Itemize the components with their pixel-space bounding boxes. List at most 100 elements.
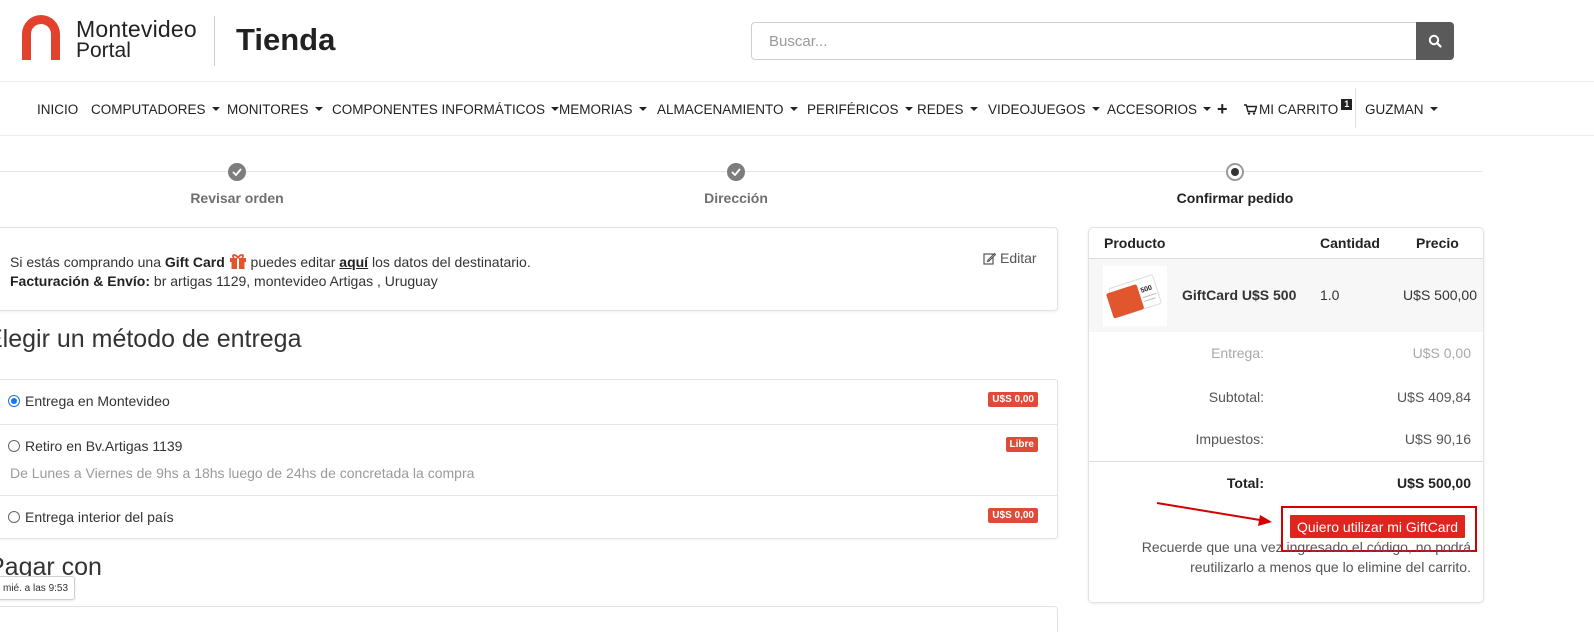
giftcard-image-icon: 500: [1106, 274, 1162, 319]
nav-item-memorias[interactable]: MEMORIAS: [559, 99, 647, 119]
cart-icon: [1244, 103, 1257, 115]
edit-address-button[interactable]: Editar: [983, 250, 1037, 266]
nav-label: ALMACENAMIENTO: [657, 101, 784, 117]
cart-product-row: 500 GiftCard U$S 500 1.0 U$S 500,00: [1089, 259, 1483, 332]
giftcard-note: Recuerde que una vez ingresado el código…: [1141, 539, 1471, 575]
radio-button-selected[interactable]: [8, 395, 20, 407]
nav-label: VIDEOJUEGOS: [988, 101, 1086, 117]
search-icon: [1428, 34, 1442, 48]
radio-button[interactable]: [8, 511, 20, 523]
nav-label: INICIO: [37, 101, 79, 117]
site-header: Montevideo Portal Tienda: [0, 0, 1594, 82]
delivery-option-montevideo[interactable]: Entrega en Montevideo U$S 0,00: [0, 380, 1057, 425]
delivery-section-title: Elegir un método de entrega: [0, 325, 302, 353]
delivery-option-pickup[interactable]: Retiro en Bv.Artigas 1139 Libre De Lunes…: [0, 425, 1057, 496]
radio-button[interactable]: [8, 440, 20, 452]
giftcard-info-text: Si estás comprando una Gift Card puedes …: [10, 253, 531, 270]
caret-down-icon: [904, 107, 913, 111]
timestamp-tooltip: mié. a las 9:53: [0, 576, 76, 600]
plus-icon: +: [1217, 98, 1228, 119]
caret-down-icon: [211, 107, 220, 111]
logo-divider: [214, 16, 215, 66]
brand-logo-text[interactable]: Montevideo Portal: [76, 18, 197, 62]
caret-down-icon: [1429, 107, 1438, 111]
option-label: Retiro en Bv.Artigas 1139: [25, 438, 183, 454]
caret-down-icon: [789, 107, 798, 111]
price-badge: Libre: [1005, 437, 1038, 452]
brand-logo-icon[interactable]: [16, 12, 66, 62]
step-done-check-icon: [228, 163, 246, 181]
cart-label: MI CARRITO: [1259, 101, 1339, 117]
brand-name-line2: Portal: [76, 39, 131, 62]
info-text: puedes editar: [250, 254, 336, 270]
nav-item-almacenamiento[interactable]: ALMACENAMIENTO: [657, 99, 798, 119]
nav-label: PERIFÉRICOS: [807, 101, 899, 117]
nav-label: COMPUTADORES: [91, 101, 206, 117]
cart-count-badge: 1: [1341, 98, 1353, 110]
info-text: Si estás comprando una: [10, 254, 161, 270]
step-review-order[interactable]: Revisar orden: [190, 190, 283, 206]
search-input[interactable]: [751, 22, 1417, 60]
nav-item-videojuegos[interactable]: VIDEOJUEGOS: [988, 99, 1100, 119]
option-label: Entrega en Montevideo: [25, 393, 170, 409]
edit-recipient-link[interactable]: aquí: [339, 254, 368, 270]
use-giftcard-button[interactable]: Quiero utilizar mi GiftCard: [1290, 515, 1466, 538]
nav-user-menu[interactable]: GUZMAN: [1365, 99, 1438, 119]
total-value: U$S 500,00: [1397, 475, 1471, 491]
nav-item-componentes[interactable]: COMPONENTES INFORMÁTICOS: [332, 99, 560, 119]
total-label: Total:: [1226, 475, 1264, 491]
product-name[interactable]: GiftCard U$S 500: [1182, 287, 1296, 303]
nav-label: REDES: [917, 101, 964, 117]
option-label-row[interactable]: Entrega interior del país: [8, 509, 174, 525]
order-summary-card: Producto Cantidad Precio 500 GiftCard U$…: [1088, 227, 1484, 603]
product-price: U$S 500,00: [1403, 287, 1477, 303]
annotation-arrow-icon: [1156, 502, 1272, 526]
step-current-icon: [1226, 163, 1244, 181]
step-confirm-order: Confirmar pedido: [1176, 190, 1294, 206]
tax-value: U$S 90,16: [1404, 431, 1471, 447]
tax-label: Impuestos:: [1195, 431, 1264, 447]
column-product: Producto: [1104, 235, 1166, 251]
delivery-options: Entrega en Montevideo U$S 0,00 Retiro en…: [0, 379, 1058, 539]
check-icon: [232, 168, 242, 176]
payment-options-card: [0, 606, 1058, 632]
step-address[interactable]: Dirección: [704, 190, 768, 206]
nav-item-computadores[interactable]: COMPUTADORES: [91, 99, 220, 119]
store-title: Tienda: [236, 22, 336, 57]
nav-label: COMPONENTES INFORMÁTICOS: [332, 101, 546, 117]
nav-more-button[interactable]: +: [1217, 99, 1228, 119]
edit-icon: [983, 252, 996, 265]
recipient-info-card: Si estás comprando una Gift Card puedes …: [0, 227, 1058, 311]
product-thumbnail[interactable]: 500: [1103, 266, 1167, 326]
nav-item-inicio[interactable]: INICIO: [37, 99, 78, 119]
caret-down-icon: [638, 107, 647, 111]
delivery-cost-label: Entrega:: [1211, 345, 1264, 361]
option-label-row[interactable]: Entrega en Montevideo: [8, 393, 170, 409]
option-label-row[interactable]: Retiro en Bv.Artigas 1139: [8, 438, 182, 454]
nav-divider: [1355, 88, 1356, 128]
search-button[interactable]: [1416, 22, 1454, 60]
gift-icon: [229, 254, 246, 269]
brand-name-line1: Montevideo: [76, 16, 197, 42]
product-quantity: 1.0: [1320, 287, 1340, 303]
subtotal-label: Subtotal:: [1208, 389, 1264, 405]
price-badge: U$S 0,00: [988, 392, 1038, 407]
billing-label: Facturación & Envío:: [10, 273, 151, 289]
nav-item-monitores[interactable]: MONITORES: [227, 99, 323, 119]
nav-label: MONITORES: [227, 101, 309, 117]
caret-down-icon: [1203, 107, 1212, 111]
nav-label: MEMORIAS: [559, 101, 633, 117]
nav-item-accesorios[interactable]: ACCESORIOS: [1107, 99, 1212, 119]
column-price: Precio: [1416, 235, 1459, 251]
info-text: los datos del destinatario.: [371, 254, 531, 270]
subtotal-value: U$S 409,84: [1397, 389, 1471, 405]
nav-item-perifericos[interactable]: PERIFÉRICOS: [807, 99, 913, 119]
option-description: De Lunes a Viernes de 9hs a 18hs luego d…: [10, 465, 475, 481]
nav-cart-link[interactable]: MI CARRITO 1: [1244, 98, 1353, 119]
column-quantity: Cantidad: [1320, 235, 1380, 251]
nav-label: ACCESORIOS: [1107, 101, 1198, 117]
check-icon: [731, 168, 741, 176]
nav-item-redes[interactable]: REDES: [917, 99, 978, 119]
delivery-option-interior[interactable]: Entrega interior del país U$S 0,00: [0, 496, 1057, 539]
edit-label: Editar: [1000, 250, 1037, 266]
